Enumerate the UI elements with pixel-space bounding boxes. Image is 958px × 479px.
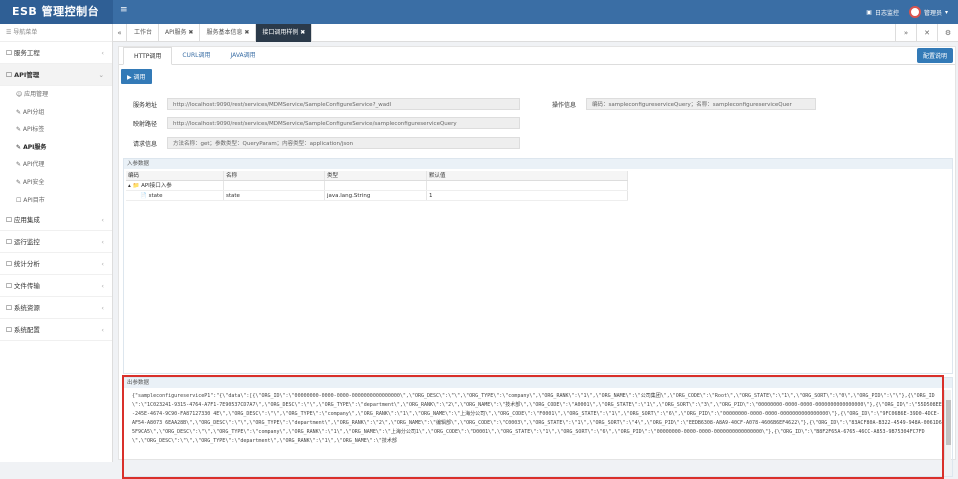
column-header: 名称 bbox=[224, 171, 325, 180]
tab-call-example[interactable]: 接口调用样例 ✖ bbox=[256, 24, 313, 42]
chevron-left-icon: ‹ bbox=[101, 49, 104, 57]
folder-icon: ☐ bbox=[6, 304, 14, 313]
config-help-button[interactable]: 配置说明 bbox=[916, 48, 953, 63]
sidebar-item-system-resources[interactable]: ☐ 系统资源 ‹ bbox=[0, 297, 112, 320]
call-type-tabs: HTTP调用 CURL调用 JAVA调用 配置说明 bbox=[119, 47, 955, 65]
log-monitor-label: 日志监控 bbox=[874, 9, 899, 17]
log-monitor-link[interactable]: ▣ 日志监控 bbox=[866, 8, 899, 17]
service-address-field[interactable]: http://localhost:9090/rest/services/MDMS… bbox=[167, 98, 520, 110]
sidebar-subitem-app-management[interactable]: ☺ 应用管理 bbox=[0, 86, 112, 104]
sidebar-item-file-transfer[interactable]: ☐ 文件传输 ‹ bbox=[0, 275, 112, 298]
tree-node-label[interactable]: ▴ 📁 API接口入参 bbox=[126, 181, 224, 190]
folder-icon: ☐ bbox=[6, 49, 14, 57]
chevron-left-icon: ‹ bbox=[101, 238, 104, 247]
grid-header-row: 编码 名称 类型 默认值 bbox=[126, 171, 628, 181]
sidebar-item-service-project[interactable]: ☐ 服务工程 ‹ bbox=[0, 42, 112, 64]
input-params-grid: 编码 名称 类型 默认值 ▴ 📁 API接口入参 📄 state state j… bbox=[126, 171, 628, 201]
sidebar-subitem-api-proxy[interactable]: ✎ API代理 bbox=[0, 156, 112, 174]
folder-icon: ☐ bbox=[6, 71, 15, 79]
sidebar-item-runtime-monitor[interactable]: ☐ 运行监控 ‹ bbox=[0, 231, 112, 254]
request-info-label: 请求信息 bbox=[132, 140, 157, 148]
user-menu[interactable]: 管理员 ▾ bbox=[908, 6, 948, 18]
cell-code: 📄 state bbox=[126, 191, 224, 200]
chevron-left-icon: ‹ bbox=[101, 260, 104, 269]
main-area: « 工作台 API服务 ✖ 服务基本信息 ✖ 接口调用样例 ✖ » ✕ ⚙ HT… bbox=[113, 24, 958, 479]
input-params-panel: 入参数据 编码 名称 类型 默认值 ▴ 📁 API接口入参 📄 state st… bbox=[123, 158, 953, 374]
folder-icon: ☐ bbox=[6, 216, 14, 225]
request-info-field[interactable]: 方法名称：get；参数类型：QueryParam；内容类型：applicatio… bbox=[167, 137, 520, 149]
output-params-panel: 出参数据 {"sampleconfigureserviceP1":"{\"dat… bbox=[123, 377, 953, 477]
tab-next-icon[interactable]: » bbox=[895, 24, 916, 42]
user-name: 管理员 bbox=[923, 9, 942, 17]
chevron-left-icon: ‹ bbox=[101, 326, 104, 335]
column-header: 类型 bbox=[325, 171, 427, 180]
sidebar: ☰ 导航菜单 ☐ 服务工程 ‹ ☐ API管理 ⌄ ☺ 应用管理 ✎ API分组 ✎… bbox=[0, 24, 113, 462]
close-icon[interactable]: ✕ bbox=[916, 24, 937, 42]
tab-java[interactable]: JAVA调用 bbox=[220, 47, 265, 64]
service-address-row: 服务地址 http://localhost:9090/rest/services… bbox=[123, 98, 520, 110]
cell-type: java.lang.String bbox=[325, 191, 427, 200]
cell-name: state bbox=[224, 191, 325, 200]
folder-icon: ☐ bbox=[6, 326, 14, 335]
tab-bar: « 工作台 API服务 ✖ 服务基本信息 ✖ 接口调用样例 ✖ » ✕ ⚙ bbox=[113, 24, 958, 42]
gear-icon[interactable]: ⚙ bbox=[937, 24, 958, 42]
table-row[interactable]: 📄 state state java.lang.String 1 bbox=[126, 191, 628, 201]
sidebar-item-system-config[interactable]: ☐ 系统配置 ‹ bbox=[0, 319, 112, 342]
top-right-area: ▣ 日志监控 管理员 ▾ bbox=[866, 0, 948, 24]
chevron-left-icon: ‹ bbox=[101, 282, 104, 291]
scrollbar-thumb[interactable] bbox=[946, 400, 951, 445]
output-json-text[interactable]: {"sampleconfigureserviceP1":"{\"data\":[… bbox=[126, 390, 942, 460]
request-path-label: 映射路径 bbox=[132, 120, 157, 128]
tab-curl[interactable]: CURL调用 bbox=[172, 47, 220, 64]
table-row[interactable]: ▴ 📁 API接口入参 bbox=[126, 181, 628, 191]
tab-list: 工作台 API服务 ✖ 服务基本信息 ✖ 接口调用样例 ✖ bbox=[128, 24, 313, 42]
invoke-button[interactable]: ▶ 调用 bbox=[121, 69, 152, 84]
sidebar-subitem-api-service[interactable]: ✎ API服务 bbox=[0, 139, 112, 157]
output-params-title: 出参数据 bbox=[124, 378, 952, 388]
operation-info-label: 操作信息 bbox=[551, 101, 576, 109]
nav-menu-title: ☰ 导航菜单 bbox=[0, 24, 112, 42]
request-path-field[interactable]: http://localhost:9090/rest/services/MDMS… bbox=[167, 117, 520, 129]
cell-name bbox=[224, 181, 325, 190]
sidebar-item-app-integration[interactable]: ☐ 应用集成 ‹ bbox=[0, 209, 112, 232]
avatar bbox=[908, 6, 921, 18]
sidebar-subitem-api-market[interactable]: ☐ API目市 bbox=[0, 192, 112, 210]
cell-type bbox=[325, 181, 427, 190]
sidebar-subitem-api-group[interactable]: ✎ API分组 bbox=[0, 104, 112, 122]
operation-info-field[interactable]: 编码：sampleconfigureserviceQuery；名称：sample… bbox=[586, 98, 816, 110]
folder-icon: ☐ bbox=[6, 260, 14, 269]
menu-toggle-icon[interactable]: ≡ bbox=[120, 5, 128, 15]
chevron-left-icon: ‹ bbox=[101, 304, 104, 313]
sidebar-subitem-api-tag[interactable]: ✎ API标签 bbox=[0, 121, 112, 139]
sidebar-subitem-api-security[interactable]: ✎ API安全 bbox=[0, 174, 112, 192]
tab-service-info[interactable]: 服务基本信息 ✖ bbox=[200, 24, 257, 42]
cell-default-value[interactable]: 1 bbox=[427, 191, 628, 200]
folder-icon: ☐ bbox=[6, 282, 14, 291]
tab-http[interactable]: HTTP调用 bbox=[123, 47, 173, 65]
tab-prev-icon[interactable]: « bbox=[113, 24, 127, 42]
column-header: 编码 bbox=[126, 171, 224, 180]
content-panel: HTTP调用 CURL调用 JAVA调用 配置说明 ▶ 调用 服务地址 http… bbox=[118, 46, 956, 479]
app-title: ESB 管理控制台 bbox=[0, 0, 113, 24]
tab-controls: » ✕ ⚙ bbox=[895, 24, 958, 42]
service-address-label: 服务地址 bbox=[132, 101, 157, 109]
monitor-icon: ▣ bbox=[866, 8, 872, 16]
operation-info-row: 操作信息 编码：sampleconfigureserviceQuery；名称：s… bbox=[542, 98, 816, 110]
input-params-title: 入参数据 bbox=[124, 159, 952, 169]
folder-icon: ☐ bbox=[6, 238, 14, 247]
cell-default bbox=[427, 181, 628, 190]
request-info-row: 请求信息 方法名称：get；参数类型：QueryParam；内容类型：appli… bbox=[123, 137, 520, 149]
top-bar: ESB 管理控制台 ≡ ▣ 日志监控 管理员 ▾ bbox=[0, 0, 958, 24]
chevron-down-icon: ⌄ bbox=[98, 71, 104, 79]
output-scrollbar[interactable] bbox=[944, 390, 951, 460]
chevron-left-icon: ‹ bbox=[101, 216, 104, 225]
sidebar-item-statistics[interactable]: ☐ 统计分析 ‹ bbox=[0, 253, 112, 276]
tab-api-service[interactable]: API服务 ✖ bbox=[159, 24, 201, 42]
chevron-down-icon: ▾ bbox=[944, 8, 948, 16]
tab-workbench[interactable]: 工作台 bbox=[128, 24, 160, 42]
request-path-row: 映射路径 http://localhost:9090/rest/services… bbox=[123, 117, 520, 129]
sidebar-item-api-management[interactable]: ☐ API管理 ⌄ bbox=[0, 64, 112, 86]
column-header: 默认值 bbox=[427, 171, 628, 180]
